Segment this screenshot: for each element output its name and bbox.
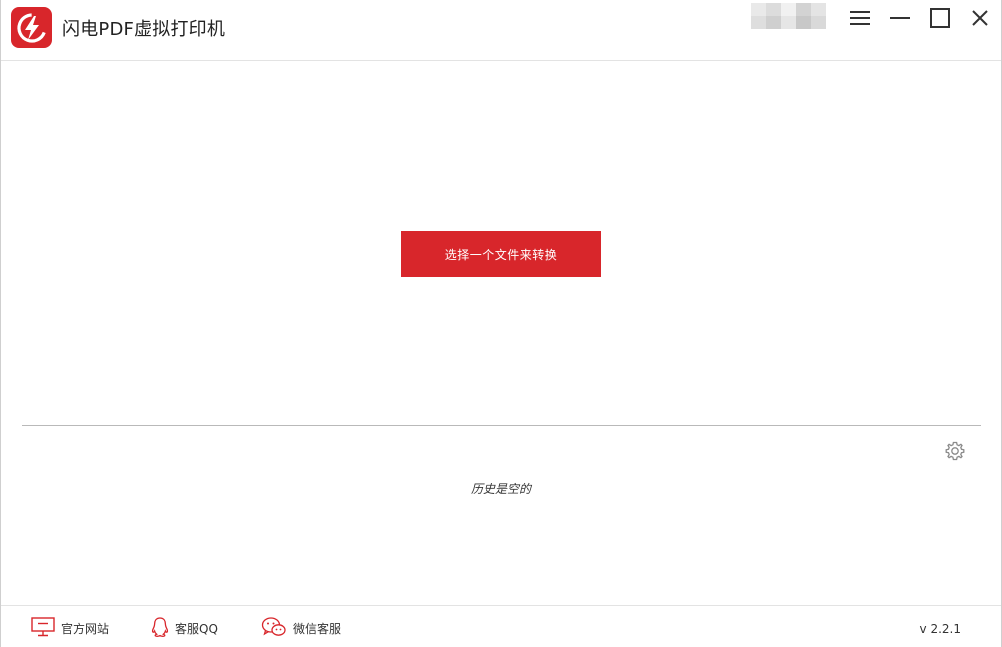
lightning-logo-icon [11, 7, 52, 48]
monitor-icon [31, 616, 55, 640]
maximize-icon[interactable] [926, 5, 954, 31]
history-divider [22, 425, 981, 426]
title-bar: 闪电PDF虚拟打印机 [1, 0, 1001, 61]
footer: 官方网站 客服QQ 微信客服 v 2.2.1 [1, 605, 1001, 647]
qq-support-label: 客服QQ [175, 621, 218, 636]
history-empty-message: 历史是空的 [470, 482, 531, 496]
official-website-label: 官方网站 [61, 621, 110, 636]
qq-penguin-icon [151, 616, 169, 641]
wechat-support-link[interactable]: 微信客服 [261, 616, 341, 640]
version-label: v 2.2.1 [919, 622, 961, 636]
app-title: 闪电PDF虚拟打印机 [62, 19, 226, 40]
close-icon[interactable] [966, 5, 994, 31]
gear-icon[interactable] [944, 440, 966, 462]
wechat-support-label: 微信客服 [293, 621, 342, 636]
minimize-icon[interactable] [886, 5, 914, 31]
qq-support-link[interactable]: 客服QQ [151, 616, 218, 640]
app-window: 闪电PDF虚拟打印机 选择一个文件来转换 历史是空的 官方网站 客服QQ 微信客… [0, 0, 1002, 647]
official-website-link[interactable]: 官方网站 [31, 616, 109, 640]
select-file-button[interactable]: 选择一个文件来转换 [401, 231, 601, 277]
user-avatar[interactable] [751, 3, 826, 29]
wechat-icon [261, 616, 287, 641]
hamburger-menu-icon[interactable] [846, 5, 874, 31]
